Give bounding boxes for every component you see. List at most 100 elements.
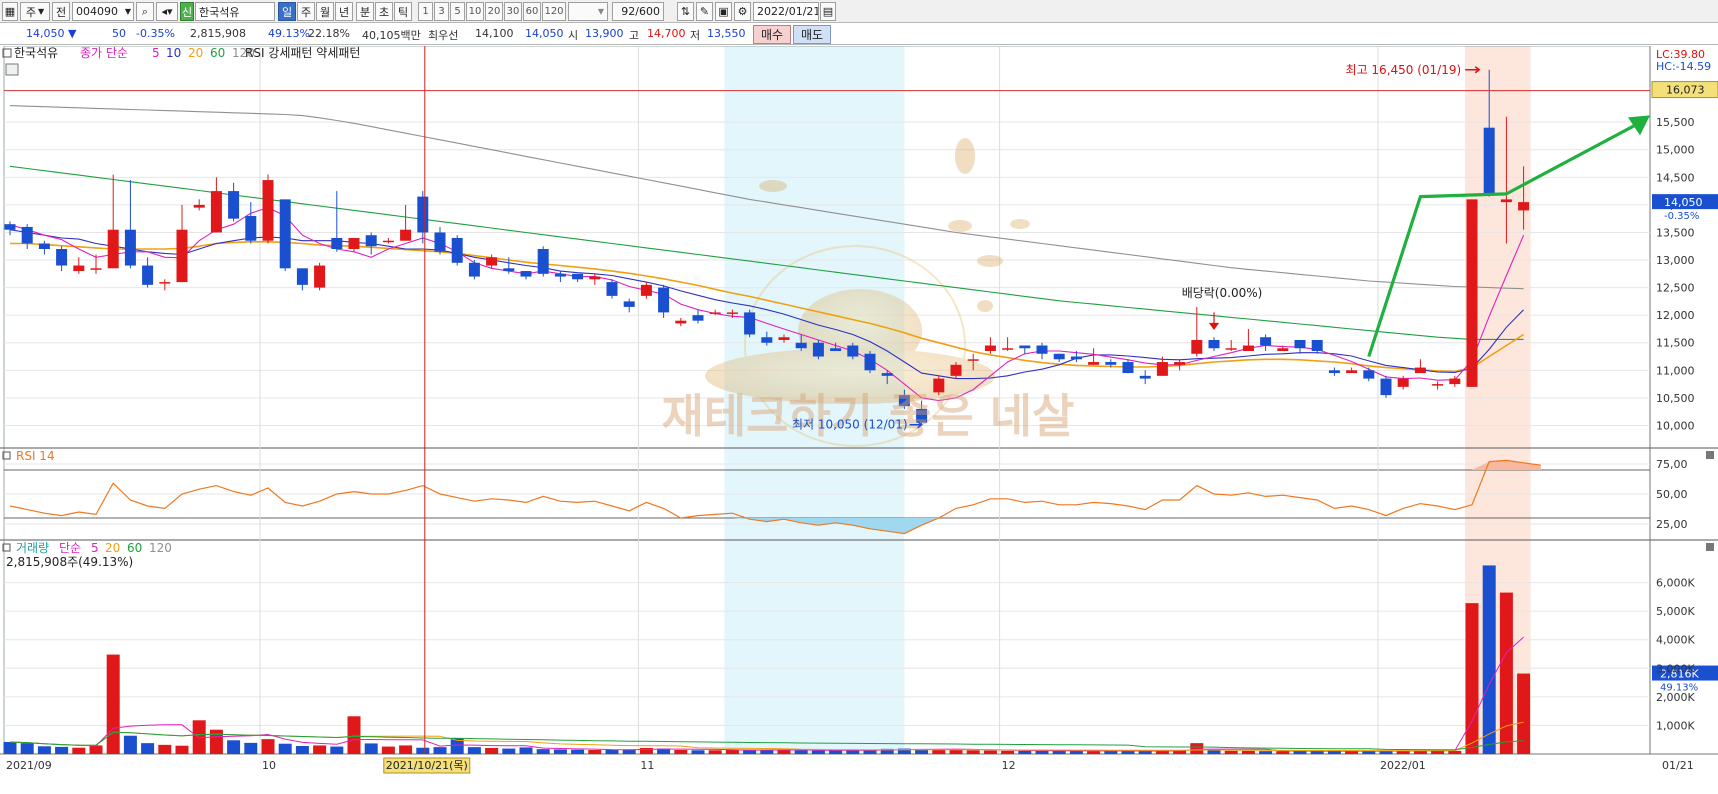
candle-body <box>503 268 515 272</box>
x-tick-label: 2022/01 <box>1380 759 1426 772</box>
candle <box>417 191 429 244</box>
volume-bar <box>846 750 860 754</box>
minute-option-3[interactable]: 3 <box>434 2 449 21</box>
panel-close-icon[interactable] <box>1706 543 1714 551</box>
price-tick-label: 10,500 <box>1656 392 1695 405</box>
candle-body <box>348 237 360 249</box>
candle <box>1053 353 1065 363</box>
candle <box>331 191 343 252</box>
candle-body <box>1105 362 1117 365</box>
volume-bar <box>777 750 791 754</box>
minute-option-5[interactable]: 5 <box>450 2 465 21</box>
custom-period-select[interactable]: ▼ <box>568 2 608 21</box>
volume-title: 거래량 <box>16 541 49 555</box>
timeframe-day[interactable]: 일 <box>278 2 296 21</box>
period-select-label: 주 <box>25 5 36 19</box>
chart-menu-icon[interactable]: ▦ <box>2 2 18 21</box>
minute-option-30[interactable]: 30 <box>504 2 522 21</box>
price-tick-label: 13,000 <box>1656 254 1695 267</box>
tool-icon[interactable]: ✎ <box>696 2 713 21</box>
minute-option-10[interactable]: 10 <box>466 2 484 21</box>
volume-ma-title: 단순 <box>59 541 81 555</box>
candle <box>348 237 360 252</box>
volume-bar <box>72 747 86 754</box>
volume-bar <box>244 742 258 754</box>
speaker-icon[interactable]: ◂▾ <box>156 2 178 21</box>
volume-bar <box>1104 751 1118 754</box>
volume-bar <box>141 743 155 754</box>
chart-type-icon[interactable]: ⇅ <box>677 2 694 21</box>
volume-bar <box>1241 750 1255 754</box>
price-tick-label: 12,000 <box>1656 309 1695 322</box>
candle <box>21 224 33 249</box>
timeframe-month[interactable]: 월 <box>316 2 334 21</box>
candle-body <box>1088 362 1100 365</box>
timeframe-tick[interactable]: 틱 <box>394 2 412 21</box>
volume-total-label: 2,815,908주(49.13%) <box>6 555 133 569</box>
volume-bar <box>1293 751 1307 754</box>
gear-icon[interactable]: ⚙ <box>734 2 751 21</box>
quote-price-value: 14,050 <box>26 27 65 40</box>
buy-button[interactable]: 매수 <box>753 25 791 44</box>
prefix-button[interactable]: 전 <box>52 2 70 21</box>
candle-body <box>1294 339 1306 349</box>
best-bid-value: 14,050 <box>525 27 564 40</box>
chevron-down-icon: ▼ <box>124 7 131 16</box>
candle <box>812 339 824 360</box>
candle-body <box>692 315 704 321</box>
panel-close-icon[interactable] <box>1706 451 1714 459</box>
stock-code-input[interactable]: 004090 ▼ <box>72 2 134 21</box>
volume-bar <box>278 743 292 754</box>
candle-body <box>228 191 240 219</box>
timeframe-second[interactable]: 초 <box>375 2 393 21</box>
toolbar: ▦ 주 ▼ 전 004090 ▼ ⌕ ◂▾ 신 한국석유 일 주 월 년 분 초 틱… <box>0 0 1718 23</box>
timeframe-week[interactable]: 주 <box>297 2 315 21</box>
hc-label: HC:-14.59 <box>1656 60 1711 73</box>
minute-option-1[interactable]: 1 <box>418 2 433 21</box>
candle <box>176 204 188 283</box>
quote-price: 14,050 ▼ <box>26 27 76 40</box>
minute-option-60[interactable]: 60 <box>523 2 541 21</box>
volume-bar <box>55 746 69 754</box>
candle-body <box>1397 378 1409 387</box>
volume-bar <box>519 747 533 754</box>
keyboard-icon[interactable] <box>5 63 19 76</box>
save-icon[interactable]: ▣ <box>715 2 732 21</box>
volume-bar <box>20 743 34 754</box>
volume-bar <box>1259 751 1273 754</box>
count-display[interactable]: 92/600 <box>612 2 664 21</box>
sell-button[interactable]: 매도 <box>793 25 831 44</box>
candle <box>984 337 996 354</box>
quote-change-pct: -0.35% <box>136 27 175 40</box>
candle-body <box>726 312 738 314</box>
candle-body <box>1380 378 1392 396</box>
period-select[interactable]: 주 ▼ <box>20 2 50 21</box>
volume-bar <box>158 744 172 754</box>
candle-body <box>468 262 480 277</box>
price-tick-label: 15,500 <box>1656 116 1695 129</box>
volume-bar <box>1448 750 1462 754</box>
timeframe-minute[interactable]: 분 <box>356 2 374 21</box>
candle <box>1260 334 1272 352</box>
candle-body <box>1466 199 1478 387</box>
candle-body <box>795 342 807 349</box>
volume-bar <box>123 735 137 754</box>
candle <box>1139 370 1151 385</box>
down-triangle-icon: ▼ <box>68 27 77 40</box>
hts-chart-window: ▦ 주 ▼ 전 004090 ▼ ⌕ ◂▾ 신 한국석유 일 주 월 년 분 초 틱… <box>0 0 1718 794</box>
candle <box>279 199 291 272</box>
volume-bar <box>261 739 275 754</box>
chart-area[interactable]: RSI 14 거래량 단순 5 20 60 120 2,815,908주(49.13%) 2,… <box>0 46 1718 794</box>
search-icon[interactable]: ⌕ <box>136 2 154 21</box>
date-input[interactable]: 2022/01/21 <box>753 2 819 21</box>
minute-option-120[interactable]: 120 <box>542 2 566 21</box>
ma-title: 종가 단순 <box>80 46 128 60</box>
volume-bar <box>1499 592 1513 754</box>
stock-name-field[interactable]: 한국석유 <box>195 2 275 21</box>
candle-body <box>1277 348 1289 352</box>
timeframe-year[interactable]: 년 <box>335 2 353 21</box>
calendar-icon[interactable]: ▤ <box>820 2 836 21</box>
candle-body <box>1414 367 1426 374</box>
minute-option-20[interactable]: 20 <box>485 2 503 21</box>
candle <box>1036 342 1048 360</box>
